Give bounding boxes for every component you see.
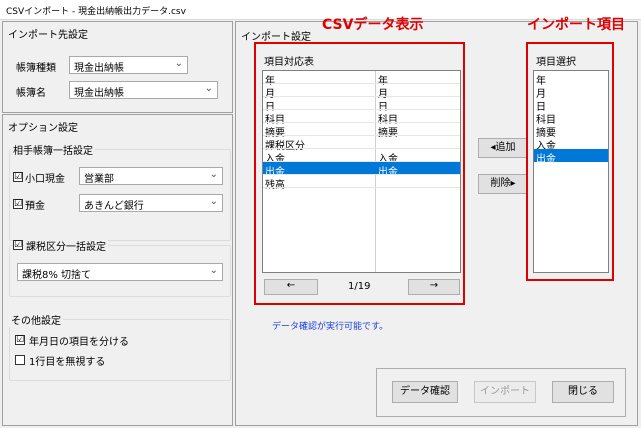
list-item[interactable]: 摘要: [534, 123, 608, 139]
table-row[interactable]: 日日: [263, 97, 460, 113]
import-button[interactable]: インポート: [474, 381, 536, 403]
list-item[interactable]: 月: [534, 84, 608, 100]
list-item[interactable]: 日: [534, 97, 608, 113]
book-name-label: 帳簿名: [16, 88, 46, 99]
import-target-label: インポート先設定: [8, 30, 88, 41]
csv-display-title: CSVデータ表示: [322, 17, 424, 33]
chevron-down-icon: ⌄: [209, 169, 218, 180]
tax-value: 課税8% 切捨て: [22, 270, 92, 281]
mapping-source-cell: 残高: [265, 180, 285, 191]
status-message: データ確認が実行可能です。: [272, 322, 389, 332]
petty-cash-value: 営業部: [84, 174, 114, 185]
data-check-button[interactable]: データ確認: [392, 381, 458, 403]
mapping-label: 項目対応表: [264, 57, 314, 68]
options-panel: オプション設定 相手帳簿一括設定 ☑ 小口現金 営業部 ⌄ ☑ 預金 あきんど銀…: [2, 114, 233, 426]
mapping-table[interactable]: 年年月月日日科目 科目 摘要 摘要 課税区分 入金 入金 出金 出金残高: [262, 70, 461, 273]
deposit-select[interactable]: あきんど銀行 ⌄: [79, 194, 223, 212]
list-item[interactable]: 年: [534, 71, 608, 87]
add-button[interactable]: ◂追加: [478, 138, 528, 158]
next-page-button[interactable]: →: [408, 279, 460, 295]
table-row[interactable]: 入金 入金: [263, 149, 460, 165]
tax-select[interactable]: 課税8% 切捨て ⌄: [17, 263, 223, 281]
table-row[interactable]: 残高: [263, 175, 460, 191]
item-select-label: 項目選択: [536, 57, 576, 68]
petty-cash-checkbox[interactable]: ☑: [13, 172, 23, 182]
deposit-label: 預金: [25, 201, 45, 212]
options-label: オプション設定: [8, 123, 78, 134]
table-row[interactable]: 出金 出金: [263, 162, 460, 178]
table-row[interactable]: 年年: [263, 71, 460, 87]
split-date-label: 年月日の項目を分ける: [29, 337, 129, 348]
chevron-down-icon: ⌄: [209, 196, 218, 207]
chevron-down-icon: ⌄: [209, 265, 218, 276]
list-item[interactable]: 出金: [534, 149, 608, 165]
table-row[interactable]: 課税区分: [263, 136, 460, 152]
window-title: CSVインポート - 現金出納帳出力データ.csv: [6, 7, 186, 17]
petty-cash-select[interactable]: 営業部 ⌄: [79, 167, 223, 185]
item-select-list[interactable]: 年月日科目 摘要 入金出金: [533, 70, 609, 273]
other-group: [9, 319, 231, 381]
arrow-left-icon: ←: [286, 280, 296, 291]
deposit-checkbox[interactable]: ☑: [13, 199, 23, 209]
import-target-panel: インポート先設定 帳簿種類 現金出納帳 ⌄ 帳簿名 現金出納帳 ⌄: [2, 21, 233, 113]
page-indicator: 1/19: [348, 281, 371, 292]
ignore-first-label: 1行目を無視する: [29, 357, 106, 368]
chevron-down-icon: ⌄: [204, 83, 213, 94]
deposit-value: あきんど銀行: [84, 201, 144, 212]
other-group-label: その他設定: [9, 312, 63, 327]
table-row[interactable]: 月月: [263, 84, 460, 100]
table-row[interactable]: 摘要 摘要: [263, 123, 460, 139]
book-name-value: 現金出納帳: [74, 88, 124, 99]
import-settings-label: インポート設定: [241, 32, 311, 43]
book-type-value: 現金出納帳: [74, 63, 124, 74]
split-date-checkbox[interactable]: ☑: [15, 335, 25, 345]
book-name-select[interactable]: 現金出納帳 ⌄: [69, 81, 218, 99]
list-item[interactable]: 入金: [534, 136, 608, 152]
ignore-first-checkbox[interactable]: [15, 355, 25, 365]
arrow-right-icon: →: [429, 280, 439, 291]
list-item-label: 出金: [536, 154, 556, 165]
counter-book-group-label: 相手帳簿一括設定: [11, 142, 95, 157]
tax-group-label: 課税区分一括設定: [24, 238, 108, 253]
petty-cash-label: 小口現金: [25, 174, 65, 185]
table-row[interactable]: 科目 科目: [263, 110, 460, 126]
book-type-select[interactable]: 現金出納帳 ⌄: [69, 56, 188, 74]
chevron-down-icon: ⌄: [174, 58, 183, 69]
book-type-label: 帳簿種類: [16, 63, 56, 74]
import-items-title: インポート項目: [527, 17, 625, 33]
close-button[interactable]: 閉じる: [552, 381, 614, 403]
tax-checkbox[interactable]: ☑: [13, 240, 23, 250]
remove-button[interactable]: 削除▸: [478, 174, 528, 194]
prev-page-button[interactable]: ←: [264, 279, 318, 295]
list-item[interactable]: 科目: [534, 110, 608, 126]
